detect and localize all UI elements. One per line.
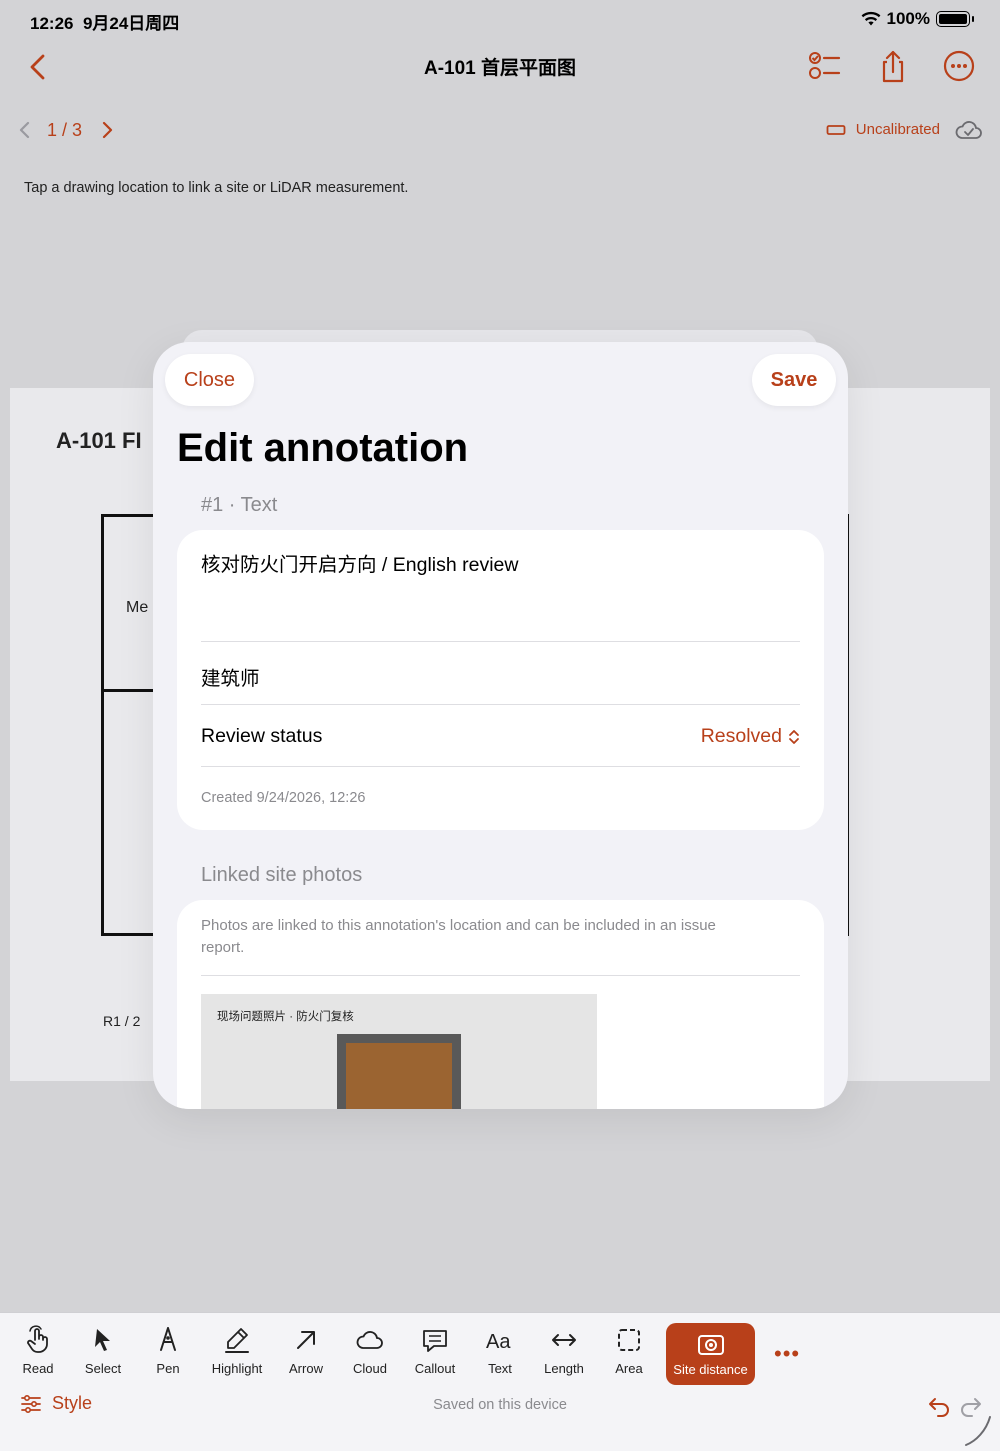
hand-pointer-icon [27,1325,48,1353]
cloud-sync-icon[interactable] [954,118,982,142]
tool-label: Site distance [673,1361,748,1377]
text-aa-icon: Aa [486,1331,511,1353]
page-indicator: 1 / 3 [47,120,83,140]
divider [201,704,800,705]
chevron-up-down-icon [789,729,799,744]
more-tools-icon[interactable]: ••• [774,1341,800,1367]
svg-text:Aa: Aa [486,1331,511,1353]
annotation-toolbar: Read Select Pen Highlight Arrow Cloud Ca… [0,1312,1000,1451]
camera-target-icon [697,1334,724,1355]
cloud-icon [356,1331,383,1349]
author-field[interactable]: 建筑师 [201,662,800,691]
tool-arrow[interactable]: Arrow [274,1325,338,1391]
cursor-arrow-icon [95,1329,110,1351]
tool-label: Read [22,1361,54,1376]
status-time: 12:26 9月24日周四 [30,14,180,33]
calibration-status: Uncalibrated [855,121,940,138]
review-status-value: Resolved [700,725,782,747]
tool-label: Text [488,1361,512,1376]
callout-bubble-icon [423,1330,447,1352]
highlighter-icon [225,1328,249,1353]
previous-page-icon[interactable] [14,118,36,142]
battery-percent: 100% [886,9,930,28]
share-icon[interactable] [875,48,911,84]
sheet-legend: R1 / 2 [103,1013,141,1029]
save-status: Saved on this device [433,1397,567,1413]
area-dashed-icon [618,1329,640,1351]
tool-label: Callout [414,1361,456,1376]
room-label: Me [126,599,149,616]
floorplan-outline: Me [101,514,164,936]
door-image [337,1034,461,1109]
annotation-id-label: #1 · Text [201,494,278,516]
tool-label: Pen [156,1361,180,1376]
page-controls: 1 / 3 Uncalibrated [0,108,1000,156]
tool-pen[interactable]: Pen [136,1325,200,1391]
calibration-button[interactable]: Uncalibrated [826,121,940,138]
status-bar: 12:26 9月24日周四 100% [0,0,1000,40]
style-label: Style [52,1393,93,1413]
more-ellipsis-icon[interactable] [941,48,977,84]
tool-label: Area [615,1361,643,1376]
tool-label: Select [84,1361,122,1376]
divider [201,641,800,642]
arrow-icon [297,1331,315,1349]
back-chevron-icon[interactable] [24,52,54,82]
close-button[interactable]: Close [165,354,254,406]
linked-photos-card: Photos are linked to this annotation's l… [177,900,824,1109]
tool-read[interactable]: Read [6,1325,70,1391]
tool-cloud[interactable]: Cloud [338,1325,402,1391]
tool-site-distance[interactable]: Site distance [666,1323,755,1385]
save-button[interactable]: Save [752,354,836,406]
sheet-title: A-101 FI [56,428,142,453]
review-status-picker[interactable]: Resolved [701,725,800,748]
tool-label: Length [544,1361,584,1376]
pen-nib-icon [160,1327,176,1351]
divider [201,975,800,976]
modal-title: Edit annotation [177,426,469,470]
tool-highlight[interactable]: Highlight [205,1325,269,1391]
undo-icon[interactable] [926,1395,952,1417]
photo-caption: 现场问题照片 · 防火门复核 [217,1011,354,1023]
tool-label: Highlight [211,1361,263,1376]
tool-select[interactable]: Select [71,1325,135,1391]
tool-length[interactable]: Length [532,1325,596,1391]
edit-annotation-sheet: Close Save Edit annotation #1 · Text 核对防… [153,342,848,1109]
created-timestamp: Created 9/24/2026, 12:26 [201,790,366,806]
battery-icon [936,11,974,27]
tool-label: Cloud [353,1361,387,1376]
length-arrows-icon [552,1334,576,1346]
sliders-icon [21,1394,41,1413]
hint-text: Tap a drawing location to link a site or… [24,180,409,196]
document-title: A-101 首层平面图 [423,58,577,79]
annotation-text-field[interactable]: 核对防火门开启方向 / English review [201,548,800,577]
annotation-details-card: 核对防火门开启方向 / English review 建筑师 Review st… [177,530,824,830]
nav-bar: A-101 首层平面图 [0,40,1000,100]
pencil-hover-stroke-icon [965,1416,991,1446]
style-button[interactable]: Style [20,1393,92,1414]
photos-section-label: Linked site photos [201,864,363,886]
divider [201,766,800,767]
site-photo-thumbnail[interactable]: 现场问题照片 · 防火门复核 [201,994,597,1109]
tool-area[interactable]: Area [597,1325,661,1391]
ruler-icon [826,124,846,135]
status-right: 100% [861,9,974,29]
status-date: 9月24日周四 [82,14,180,33]
wifi-icon [861,11,880,26]
next-page-icon[interactable] [96,118,118,142]
tool-text[interactable]: Aa Text [468,1325,532,1391]
tool-label: Arrow [289,1361,323,1376]
tool-callout[interactable]: Callout [403,1325,467,1391]
checklist-icon[interactable] [806,48,842,84]
photos-description: Photos are linked to this annotation's l… [201,917,716,956]
